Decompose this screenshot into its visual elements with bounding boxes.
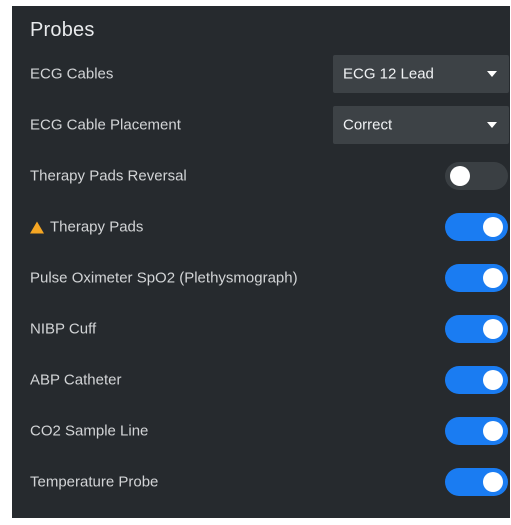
row-label: Pulse Oximeter SpO2 (Plethysmograph) <box>30 269 298 287</box>
row-label: Temperature Probe <box>30 473 159 491</box>
row-label: ABP Catheter <box>30 371 122 389</box>
caret-down-icon <box>487 71 497 77</box>
row-co2-sample-line: CO2 Sample Line <box>12 411 510 451</box>
probes-panel: Probes ECG Cables ECG 12 Lead ECG Cable … <box>12 6 510 518</box>
ecg-cables-select[interactable]: ECG 12 Lead <box>333 55 509 93</box>
toggle-knob <box>483 472 503 492</box>
row-ecg-cable-placement: ECG Cable Placement Correct <box>12 105 510 145</box>
toggle-knob <box>483 421 503 441</box>
panel-title: Probes <box>30 19 95 41</box>
therapy-pads-reversal-toggle[interactable] <box>445 162 508 190</box>
row-label-text: Therapy Pads <box>50 218 144 236</box>
toggle-knob <box>483 268 503 288</box>
abp-catheter-toggle[interactable] <box>445 366 508 394</box>
toggle-knob <box>483 319 503 339</box>
nibp-cuff-toggle[interactable] <box>445 315 508 343</box>
select-value: ECG 12 Lead <box>343 65 434 83</box>
toggle-knob <box>483 370 503 390</box>
row-abp-catheter: ABP Catheter <box>12 360 510 400</box>
row-pulse-oximeter: Pulse Oximeter SpO2 (Plethysmograph) <box>12 258 510 298</box>
row-therapy-pads-reversal: Therapy Pads Reversal <box>12 156 510 196</box>
co2-sample-line-toggle[interactable] <box>445 417 508 445</box>
row-label: Therapy Pads <box>30 219 143 236</box>
row-nibp-cuff: NIBP Cuff <box>12 309 510 349</box>
warning-triangle-icon <box>30 221 44 233</box>
ecg-cable-placement-select[interactable]: Correct <box>333 106 509 144</box>
toggle-knob <box>450 166 470 186</box>
caret-down-icon <box>487 122 497 128</box>
row-temperature-probe: Temperature Probe <box>12 462 510 502</box>
temperature-probe-toggle[interactable] <box>445 468 508 496</box>
row-therapy-pads: Therapy Pads <box>12 207 510 247</box>
toggle-knob <box>483 217 503 237</box>
row-ecg-cables: ECG Cables ECG 12 Lead <box>12 54 510 94</box>
therapy-pads-toggle[interactable] <box>445 213 508 241</box>
pulse-oximeter-toggle[interactable] <box>445 264 508 292</box>
row-label: CO2 Sample Line <box>30 422 149 440</box>
row-label: NIBP Cuff <box>30 320 97 338</box>
select-value: Correct <box>343 116 393 134</box>
row-label: ECG Cables <box>30 65 114 83</box>
row-label: Therapy Pads Reversal <box>30 167 187 185</box>
row-label: ECG Cable Placement <box>30 116 181 134</box>
